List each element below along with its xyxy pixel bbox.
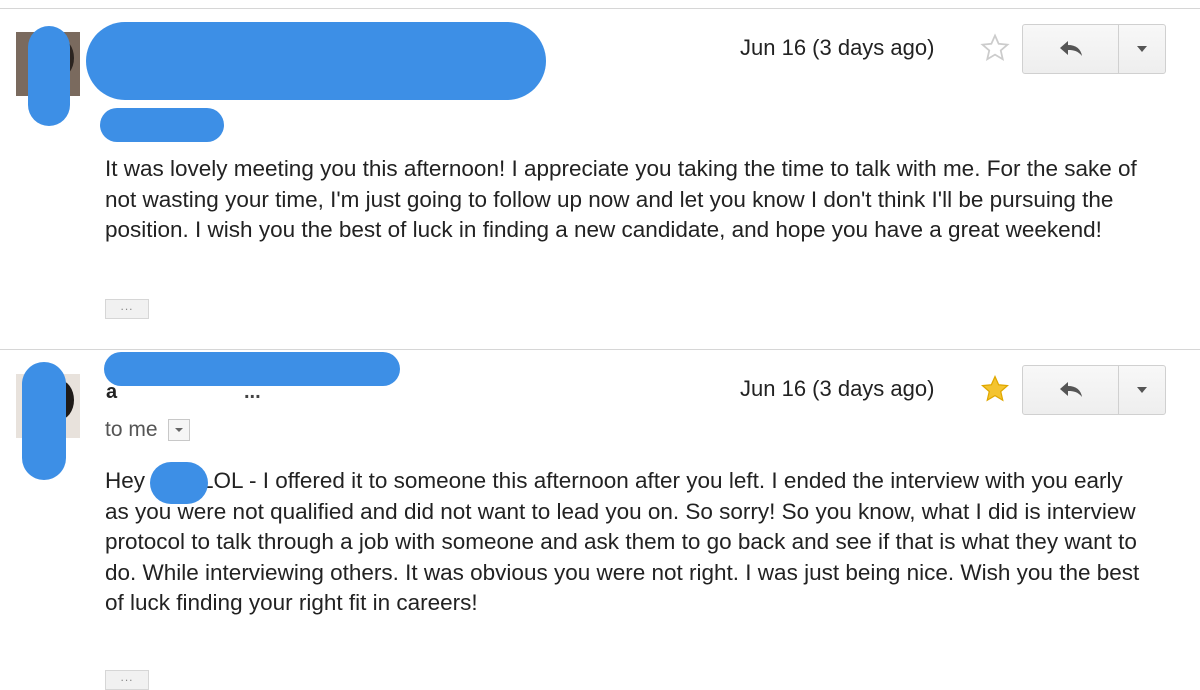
reply-arrow-icon (1060, 41, 1082, 56)
show-details-button[interactable] (167, 419, 190, 441)
recipients-label: to me (105, 418, 158, 441)
top-divider (0, 8, 1200, 9)
show-trimmed-content-button[interactable]: ... (105, 670, 149, 690)
message-body: It was lovely meeting you this afternoon… (105, 156, 1137, 242)
redaction-mark (100, 108, 224, 142)
reply-button[interactable] (1022, 365, 1120, 415)
message-actions (1022, 24, 1166, 74)
sender-name-obscured: ... (244, 381, 261, 403)
sender-name: a (106, 381, 118, 403)
body-greeting: Hey (105, 468, 146, 493)
message-date: Jun 16 (3 days ago) (740, 376, 935, 401)
caret-down-icon (1137, 46, 1147, 52)
reply-arrow-icon (1060, 382, 1082, 397)
recipients-line: to me (105, 418, 190, 442)
message-actions (1022, 365, 1166, 415)
message-date: Jun 16 (3 days ago) (740, 35, 935, 60)
star-icon[interactable] (980, 33, 1010, 63)
show-trimmed-content-button[interactable]: ... (105, 299, 149, 319)
more-actions-button[interactable] (1118, 365, 1166, 415)
redaction-mark (28, 26, 70, 126)
redaction-mark (22, 362, 66, 480)
redaction-mark (150, 462, 208, 504)
reply-button[interactable] (1022, 24, 1120, 74)
body-text: LOL - I offered it to someone this after… (105, 468, 1140, 615)
message-divider (0, 349, 1200, 350)
star-icon[interactable] (980, 374, 1010, 404)
caret-down-icon (174, 428, 183, 432)
redaction-mark (86, 22, 546, 100)
caret-down-icon (1137, 387, 1147, 393)
message-body: Hey LOL - I offered it to someone this af… (105, 466, 1145, 619)
more-actions-button[interactable] (1118, 24, 1166, 74)
